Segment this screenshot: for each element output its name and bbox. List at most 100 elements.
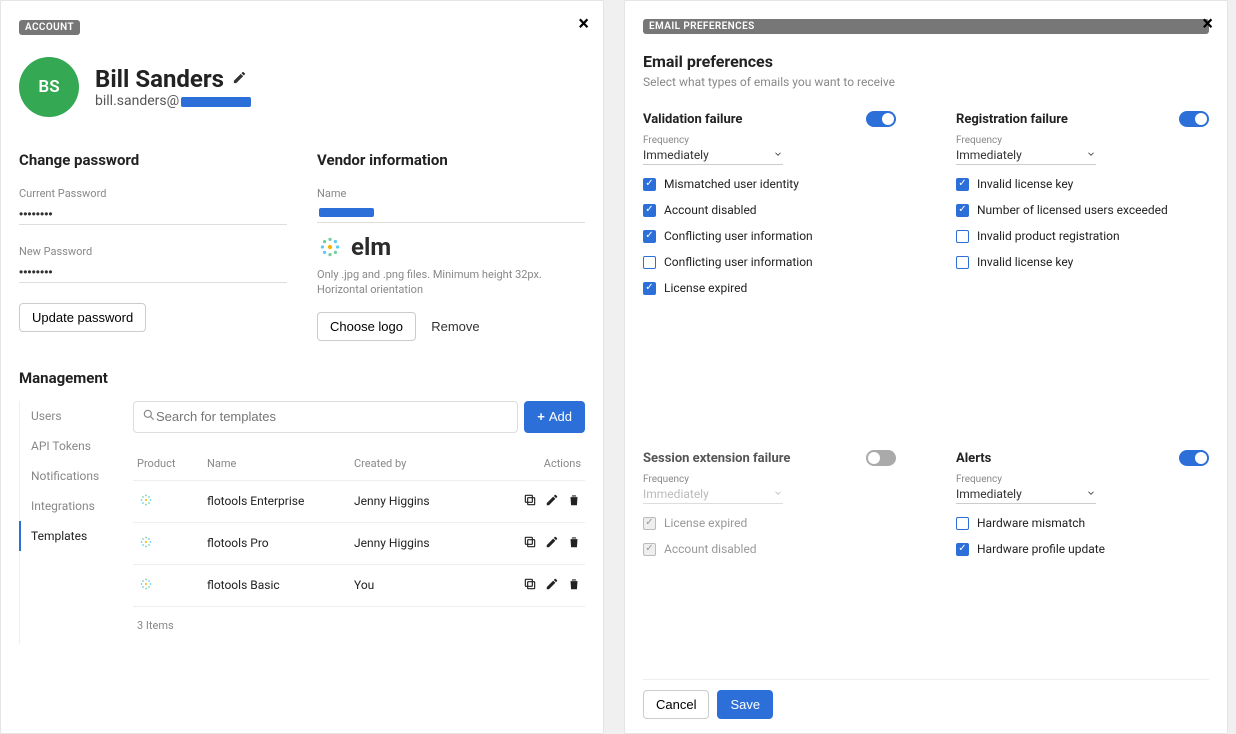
vendor-heading: Vendor information bbox=[317, 151, 585, 169]
pref-item-label: Number of licensed users exceeded bbox=[977, 203, 1168, 217]
pref-item-label: License expired bbox=[664, 281, 747, 295]
copy-icon[interactable] bbox=[523, 493, 537, 510]
sidebar-tab-integrations[interactable]: Integrations bbox=[19, 491, 119, 521]
pref-item: Conflicting user information bbox=[643, 255, 896, 269]
frequency-select[interactable]: Immediately bbox=[956, 485, 1096, 504]
pref-toggle[interactable] bbox=[866, 450, 896, 466]
chevron-down-icon bbox=[773, 487, 783, 501]
sidebar-tab-api-tokens[interactable]: API Tokens bbox=[19, 431, 119, 461]
row-name: flotools Pro bbox=[207, 536, 354, 550]
frequency-value: Immediately bbox=[643, 148, 709, 162]
edit-icon[interactable] bbox=[545, 577, 559, 594]
plus-icon: + bbox=[537, 409, 545, 424]
sidebar-tab-notifications[interactable]: Notifications bbox=[19, 461, 119, 491]
table-row: flotools Enterprise Jenny Higgins bbox=[133, 481, 585, 523]
current-password-input[interactable] bbox=[19, 204, 287, 225]
pref-section-title: Registration failure bbox=[956, 112, 1068, 127]
vendor-logo: elm bbox=[317, 233, 585, 261]
frequency-label: Frequency bbox=[956, 135, 1209, 146]
frequency-select[interactable]: Immediately bbox=[643, 146, 783, 165]
account-badge: Account bbox=[19, 20, 80, 35]
profile-name: Bill Sanders bbox=[95, 65, 224, 93]
cancel-button[interactable]: Cancel bbox=[643, 690, 709, 719]
close-icon[interactable]: × bbox=[578, 11, 589, 35]
checkbox[interactable] bbox=[956, 256, 969, 269]
pref-item-label: Account disabled bbox=[664, 542, 757, 556]
email-redacted bbox=[181, 97, 251, 107]
pref-item-label: License expired bbox=[664, 516, 747, 530]
checkbox[interactable] bbox=[643, 230, 656, 243]
delete-icon[interactable] bbox=[567, 577, 581, 594]
row-created-by: Jenny Higgins bbox=[354, 494, 501, 508]
pref-toggle[interactable] bbox=[866, 111, 896, 127]
row-created-by: Jenny Higgins bbox=[354, 536, 501, 550]
save-button[interactable]: Save bbox=[717, 690, 773, 719]
chevron-down-icon bbox=[1086, 148, 1096, 162]
email-prefs-heading: Email preferences bbox=[643, 52, 1209, 71]
pref-toggle[interactable] bbox=[1179, 111, 1209, 127]
templates-count: 3 Items bbox=[133, 607, 585, 644]
checkbox[interactable] bbox=[643, 256, 656, 269]
product-icon bbox=[137, 533, 207, 554]
col-product: Product bbox=[137, 457, 207, 470]
new-password-input[interactable] bbox=[19, 262, 287, 283]
pref-item: Invalid license key bbox=[956, 177, 1209, 191]
choose-logo-button[interactable]: Choose logo bbox=[317, 312, 416, 341]
email-preferences-panel: Email Preferences × Email preferences Se… bbox=[624, 0, 1228, 734]
checkbox[interactable] bbox=[956, 517, 969, 530]
pref-toggle[interactable] bbox=[1179, 450, 1209, 466]
checkbox[interactable] bbox=[643, 178, 656, 191]
frequency-value: Immediately bbox=[956, 487, 1022, 501]
copy-icon[interactable] bbox=[523, 577, 537, 594]
product-icon bbox=[137, 575, 207, 596]
edit-name-icon[interactable] bbox=[232, 70, 247, 89]
checkbox[interactable] bbox=[956, 230, 969, 243]
product-icon bbox=[137, 491, 207, 512]
frequency-select: Immediately bbox=[643, 485, 783, 504]
copy-icon[interactable] bbox=[523, 535, 537, 552]
checkbox[interactable] bbox=[956, 204, 969, 217]
checkbox[interactable] bbox=[643, 282, 656, 295]
delete-icon[interactable] bbox=[567, 493, 581, 510]
checkbox[interactable] bbox=[643, 204, 656, 217]
pref-item-label: Account disabled bbox=[664, 203, 757, 217]
checkbox[interactable] bbox=[956, 543, 969, 556]
pref-item: License expired bbox=[643, 281, 896, 295]
sidebar-tab-users[interactable]: Users bbox=[19, 401, 119, 431]
profile-email: bill.sanders@ bbox=[95, 93, 251, 109]
edit-icon[interactable] bbox=[545, 493, 559, 510]
search-templates-input[interactable] bbox=[156, 409, 509, 424]
frequency-select[interactable]: Immediately bbox=[956, 146, 1096, 165]
pref-section-registration: Registration failure Frequency Immediate… bbox=[956, 111, 1209, 418]
pref-item: Invalid license key bbox=[956, 255, 1209, 269]
edit-icon[interactable] bbox=[545, 535, 559, 552]
add-template-button[interactable]: +Add bbox=[524, 401, 585, 433]
templates-table-header: Product Name Created by Actions bbox=[133, 447, 585, 481]
pref-section-session: Session extension failure Frequency Imme… bbox=[643, 450, 896, 679]
chevron-down-icon bbox=[773, 148, 783, 162]
search-icon bbox=[142, 408, 156, 426]
delete-icon[interactable] bbox=[567, 535, 581, 552]
remove-logo-button[interactable]: Remove bbox=[431, 319, 479, 334]
pref-item-label: Invalid license key bbox=[977, 177, 1073, 191]
profile-header: BS Bill Sanders bill.sanders@ bbox=[19, 57, 585, 117]
vendor-name-label: Name bbox=[317, 187, 585, 200]
frequency-label: Frequency bbox=[643, 135, 896, 146]
update-password-button[interactable]: Update password bbox=[19, 303, 146, 332]
sidebar-tab-templates[interactable]: Templates bbox=[19, 521, 119, 551]
pref-item: Account disabled bbox=[643, 542, 896, 556]
table-row: flotools Basic You bbox=[133, 565, 585, 607]
pref-item-label: Hardware mismatch bbox=[977, 516, 1085, 530]
search-templates-input-wrap[interactable] bbox=[133, 401, 518, 433]
pref-item: License expired bbox=[643, 516, 896, 530]
pref-section-title: Validation failure bbox=[643, 112, 742, 127]
current-password-label: Current Password bbox=[19, 187, 287, 200]
email-prefs-badge: Email Preferences bbox=[643, 19, 1209, 34]
pref-item-label: Mismatched user identity bbox=[664, 177, 799, 191]
checkbox[interactable] bbox=[956, 178, 969, 191]
close-icon[interactable]: × bbox=[1202, 11, 1213, 35]
management-tabs: UsersAPI TokensNotificationsIntegrations… bbox=[19, 401, 119, 644]
pref-item: Number of licensed users exceeded bbox=[956, 203, 1209, 217]
pref-section-title: Session extension failure bbox=[643, 451, 790, 466]
pref-section-alerts: Alerts Frequency Immediately Hardware mi… bbox=[956, 450, 1209, 679]
